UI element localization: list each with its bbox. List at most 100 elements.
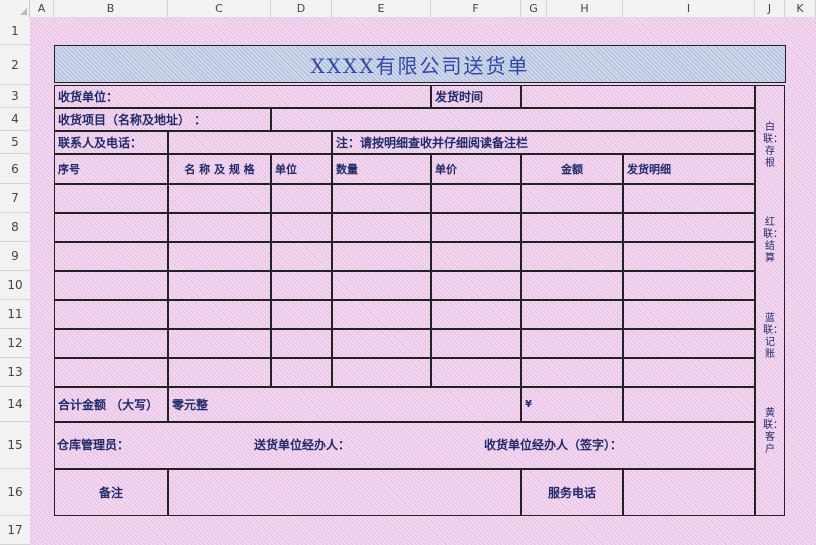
header-price[interactable]: 单价 — [431, 154, 521, 184]
item-cell[interactable] — [431, 329, 521, 358]
item-cell[interactable] — [271, 271, 332, 300]
row-header-2[interactable]: 2 — [0, 45, 30, 85]
item-cell[interactable] — [271, 300, 332, 329]
remark-value[interactable] — [168, 469, 521, 516]
project-label[interactable]: 收货项目（名称及地址） ： — [54, 108, 271, 131]
item-cell[interactable] — [623, 358, 755, 387]
item-cell[interactable] — [332, 213, 431, 242]
row-header-7[interactable]: 7 — [0, 184, 30, 213]
col-header-c[interactable]: C — [168, 0, 271, 17]
row-header-3[interactable]: 3 — [0, 85, 30, 108]
ship-time-value[interactable] — [521, 85, 755, 108]
item-cell[interactable] — [431, 213, 521, 242]
header-name[interactable]: 名 称 及 规 格 — [168, 154, 271, 184]
col-header-b[interactable]: B — [54, 0, 168, 17]
header-qty[interactable]: 数量 — [332, 154, 431, 184]
header-unit[interactable]: 单位 — [271, 154, 332, 184]
item-cell[interactable] — [623, 300, 755, 329]
item-cell[interactable] — [521, 271, 623, 300]
item-cell[interactable] — [521, 300, 623, 329]
item-cell[interactable] — [431, 358, 521, 387]
row-header-10[interactable]: 10 — [0, 271, 30, 300]
service-phone-value[interactable] — [623, 469, 755, 516]
col-header-k[interactable]: K — [785, 0, 816, 17]
row-header-5[interactable]: 5 — [0, 131, 30, 154]
service-phone-label[interactable]: 服务电话 — [521, 469, 623, 516]
note-text[interactable]: 注：请按明细查收并仔细阅读备注栏 — [332, 131, 755, 154]
item-cell[interactable] — [332, 271, 431, 300]
receiver-label[interactable]: 收货单位： — [54, 85, 431, 108]
item-cell[interactable] — [54, 213, 168, 242]
item-cell[interactable] — [431, 300, 521, 329]
item-cell[interactable] — [54, 184, 168, 213]
item-cell[interactable] — [168, 358, 271, 387]
item-cell[interactable] — [168, 329, 271, 358]
header-detail[interactable]: 发货明细 — [623, 154, 755, 184]
row-header-17[interactable]: 17 — [0, 516, 30, 545]
item-cell[interactable] — [271, 329, 332, 358]
item-cell[interactable] — [54, 271, 168, 300]
item-cell[interactable] — [54, 329, 168, 358]
row-header-14[interactable]: 14 — [0, 387, 30, 422]
row-header-13[interactable]: 13 — [0, 358, 30, 387]
item-cell[interactable] — [332, 242, 431, 271]
item-cell[interactable] — [623, 213, 755, 242]
col-header-d[interactable]: D — [271, 0, 332, 17]
item-cell[interactable] — [623, 271, 755, 300]
col-header-i[interactable]: I — [623, 0, 755, 17]
item-cell[interactable] — [168, 242, 271, 271]
row-header-16[interactable]: 16 — [0, 469, 30, 516]
total-symbol[interactable]: ¥ — [521, 387, 623, 422]
signature-row[interactable] — [54, 422, 755, 469]
item-cell[interactable] — [521, 213, 623, 242]
item-cell[interactable] — [623, 184, 755, 213]
select-all-corner[interactable] — [0, 0, 30, 17]
item-cell[interactable] — [271, 184, 332, 213]
item-cell[interactable] — [431, 271, 521, 300]
col-header-f[interactable]: F — [431, 0, 521, 17]
contact-label[interactable]: 联系人及电话： — [54, 131, 168, 154]
item-cell[interactable] — [332, 300, 431, 329]
item-cell[interactable] — [168, 213, 271, 242]
item-cell[interactable] — [168, 271, 271, 300]
col-header-j[interactable]: J — [755, 0, 785, 17]
row-header-11[interactable]: 11 — [0, 300, 30, 329]
total-value[interactable]: 零元整 — [168, 387, 521, 422]
item-cell[interactable] — [332, 184, 431, 213]
row-header-6[interactable]: 6 — [0, 154, 30, 184]
col-header-a[interactable]: A — [30, 0, 54, 17]
worksheet[interactable]: XXXX有限公司送货单 白联：存根 红联：结算 蓝联：记账 黄联：客户 收货单位… — [30, 17, 816, 545]
header-amount[interactable]: 金额 — [521, 154, 623, 184]
header-seq[interactable]: 序号 — [54, 154, 168, 184]
total-label[interactable]: 合计金额 （大写） — [54, 387, 168, 422]
contact-value[interactable] — [168, 131, 332, 154]
total-extra[interactable] — [623, 387, 755, 422]
project-value[interactable] — [271, 108, 755, 131]
item-cell[interactable] — [623, 242, 755, 271]
item-cell[interactable] — [431, 184, 521, 213]
item-cell[interactable] — [271, 213, 332, 242]
item-cell[interactable] — [521, 184, 623, 213]
row-header-12[interactable]: 12 — [0, 329, 30, 358]
row-header-4[interactable]: 4 — [0, 108, 30, 131]
col-header-e[interactable]: E — [332, 0, 431, 17]
col-header-g[interactable]: G — [521, 0, 547, 17]
item-cell[interactable] — [168, 184, 271, 213]
item-cell[interactable] — [54, 358, 168, 387]
row-header-15[interactable]: 15 — [0, 422, 30, 469]
item-cell[interactable] — [271, 242, 332, 271]
item-cell[interactable] — [332, 329, 431, 358]
item-cell[interactable] — [168, 300, 271, 329]
ship-time-label[interactable]: 发货时间 — [431, 85, 521, 108]
row-header-9[interactable]: 9 — [0, 242, 30, 271]
item-cell[interactable] — [521, 358, 623, 387]
item-cell[interactable] — [54, 300, 168, 329]
form-title[interactable]: XXXX有限公司送货单 — [54, 45, 786, 83]
item-cell[interactable] — [332, 358, 431, 387]
item-cell[interactable] — [521, 329, 623, 358]
col-header-h[interactable]: H — [547, 0, 623, 17]
item-cell[interactable] — [623, 329, 755, 358]
remark-label[interactable]: 备注 — [54, 469, 168, 516]
item-cell[interactable] — [54, 242, 168, 271]
item-cell[interactable] — [271, 358, 332, 387]
